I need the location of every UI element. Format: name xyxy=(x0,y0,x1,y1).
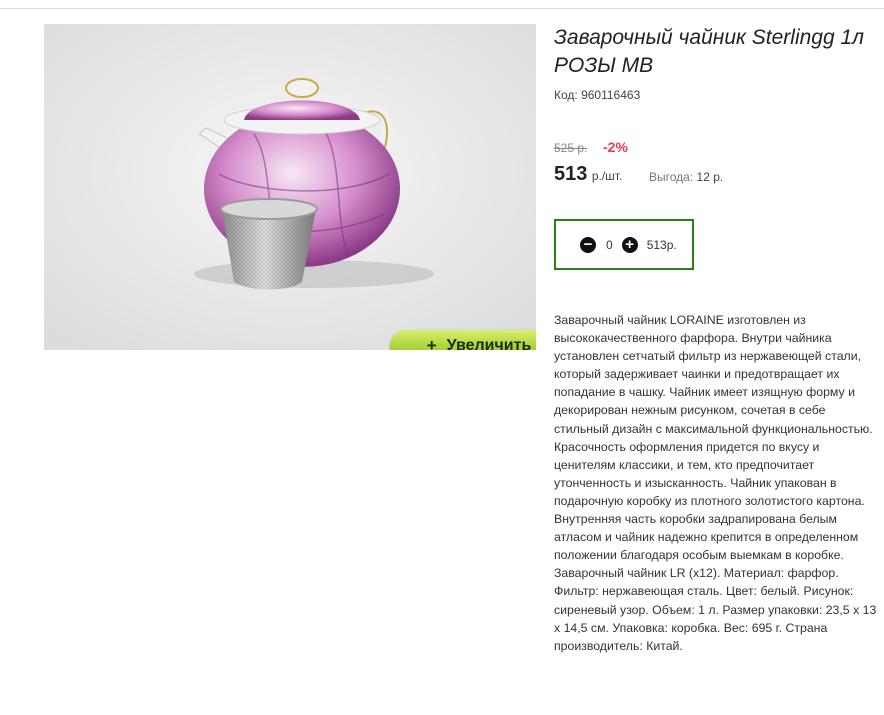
top-divider xyxy=(0,8,884,9)
plus-circle-icon[interactable]: + xyxy=(621,236,638,253)
discount-badge: -2% xyxy=(603,139,628,155)
product-image[interactable]: + Увеличить xyxy=(44,24,536,350)
plus-icon: + xyxy=(426,336,437,350)
benefit-label: Выгода: xyxy=(649,170,694,184)
price-unit: р./шт. xyxy=(591,169,623,183)
product-sku: Код: 960116463 xyxy=(554,88,641,102)
benefit-value: 12 р. xyxy=(696,170,724,184)
price-row: 513 р./шт. xyxy=(554,163,622,186)
minus-circle-icon[interactable]: − xyxy=(580,236,596,253)
product-title: Заварочный чайник Sterlingg 1л РОЗЫ МВ xyxy=(554,26,865,77)
quantity-selector: − 0 + 513р. xyxy=(554,219,694,270)
zoom-button[interactable]: + Увеличить xyxy=(390,330,536,350)
teapot-illustration xyxy=(44,24,536,350)
old-price: 525 р. xyxy=(554,141,588,155)
benefit: Выгода: 12 р. xyxy=(649,170,723,184)
product-description: Заварочный чайник LORAINE изготовлен из … xyxy=(554,313,877,653)
zoom-button-label: Увеличить xyxy=(446,337,532,350)
quantity-total: 513р. xyxy=(646,237,677,252)
current-price: 513 xyxy=(554,163,588,185)
quantity-value: 0 xyxy=(606,237,613,252)
